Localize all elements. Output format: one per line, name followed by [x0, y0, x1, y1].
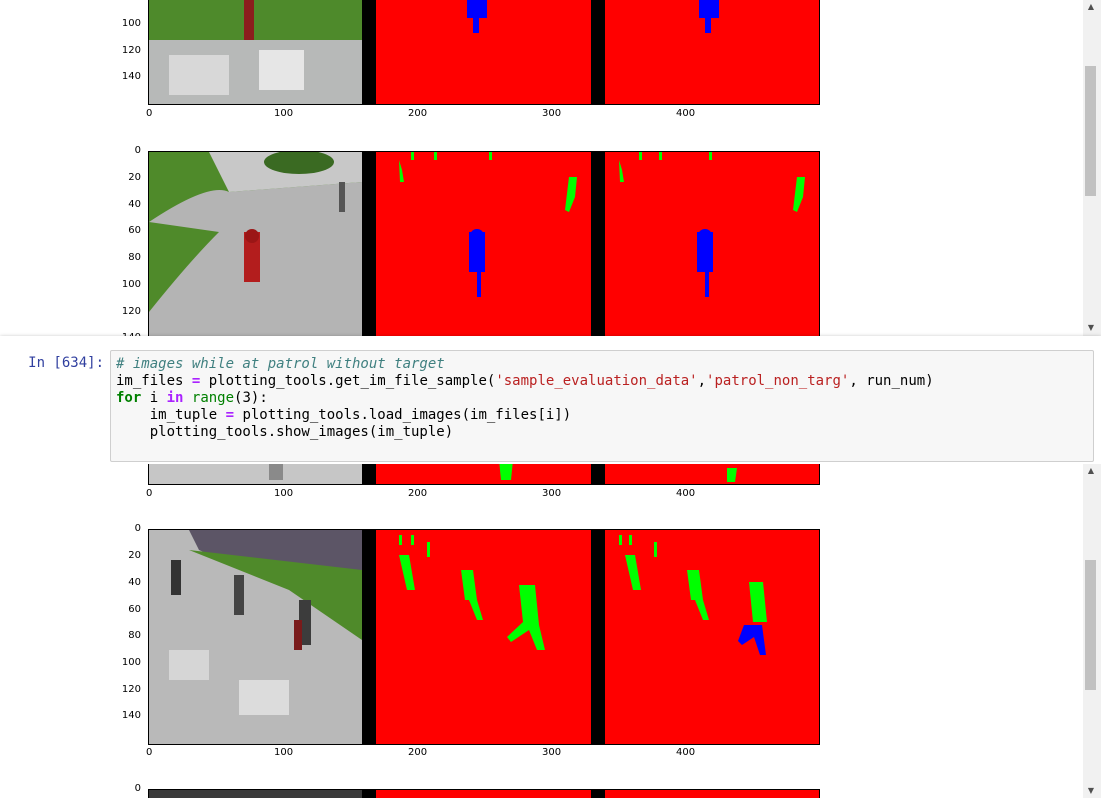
output-area-bottom: 0 100 200 300 400 0 20 40 60 80 100 120 … [0, 464, 1083, 798]
x-tick: 300 [542, 488, 562, 499]
y-tick: 100 [121, 657, 141, 668]
y-tick: 80 [128, 630, 141, 641]
y-tick: 0 [134, 783, 141, 794]
scroll-up-arrow-icon[interactable]: ▲ [1086, 2, 1096, 12]
y-tick: 140 [121, 71, 141, 82]
figure-4-image [148, 529, 820, 745]
code-token: (3): [234, 390, 268, 406]
y-tick: 40 [128, 199, 141, 210]
y-tick: 20 [128, 172, 141, 183]
y-tick: 140 [121, 710, 141, 721]
x-tick: 400 [676, 108, 696, 119]
x-tick: 200 [408, 488, 428, 499]
code-string: 'patrol_non_targ' [706, 373, 850, 389]
y-tick: 60 [128, 225, 141, 236]
x-tick: 0 [146, 747, 153, 758]
x-tick: 200 [408, 108, 428, 119]
x-tick: 100 [274, 488, 294, 499]
code-token: , [697, 373, 707, 389]
output-scrollbar-top[interactable]: ▲ ▼ [1083, 0, 1101, 336]
x-tick: 0 [146, 108, 153, 119]
scrollbar-thumb[interactable] [1085, 66, 1096, 196]
scroll-down-arrow-icon[interactable]: ▼ [1086, 323, 1096, 333]
x-tick: 300 [542, 108, 562, 119]
x-tick: 100 [274, 108, 294, 119]
code-editor[interactable]: # images while at patrol without target … [110, 350, 1094, 462]
x-tick: 200 [408, 747, 428, 758]
y-tick: 0 [134, 145, 141, 156]
output-area-top: 100 120 140 0 100 200 300 400 0 20 40 60… [0, 0, 1083, 336]
scroll-down-arrow-icon[interactable]: ▼ [1086, 786, 1096, 796]
code-token: plotting_tools.load_images(im_files[i]) [234, 407, 572, 423]
scrollbar-thumb[interactable] [1085, 560, 1096, 690]
code-operator: = [225, 407, 235, 423]
code-keyword: in [166, 390, 184, 406]
scroll-up-arrow-icon[interactable]: ▲ [1086, 466, 1096, 476]
x-tick: 400 [676, 747, 696, 758]
code-cell[interactable]: In [634]: # images while at patrol witho… [0, 336, 1101, 464]
x-tick: 300 [542, 747, 562, 758]
code-token: plotting_tools.get_im_file_sample( [200, 373, 496, 389]
y-tick: 60 [128, 604, 141, 615]
code-text[interactable]: # images while at patrol without target … [111, 351, 1093, 446]
code-token: plotting_tools.show_images(im_tuple) [116, 424, 454, 440]
y-tick: 100 [121, 18, 141, 29]
figure-1-image [148, 0, 820, 105]
y-tick: 40 [128, 577, 141, 588]
code-comment: # images while at patrol without target [116, 356, 445, 372]
y-tick: 20 [128, 550, 141, 561]
code-token: im_tuple [116, 407, 226, 423]
y-tick: 120 [121, 684, 141, 695]
y-tick: 80 [128, 252, 141, 263]
y-tick: 0 [134, 523, 141, 534]
x-tick: 0 [146, 488, 153, 499]
code-token: , run_num) [849, 373, 934, 389]
x-tick: 400 [676, 488, 696, 499]
output-scrollbar-bottom[interactable]: ▲ ▼ [1083, 464, 1101, 798]
y-tick: 120 [121, 45, 141, 56]
code-string: 'sample_evaluation_data' [495, 373, 698, 389]
x-tick: 100 [274, 747, 294, 758]
code-token: i [141, 390, 167, 406]
figure-3-image [148, 464, 820, 485]
input-prompt: In [634]: [28, 355, 104, 371]
y-tick: 100 [121, 279, 141, 290]
figure-5-image [148, 789, 820, 798]
figure-2-image [148, 151, 820, 336]
code-keyword: for [116, 390, 142, 406]
code-builtin: range [191, 390, 235, 406]
code-token: im_files [116, 373, 192, 389]
y-tick: 120 [121, 306, 141, 317]
